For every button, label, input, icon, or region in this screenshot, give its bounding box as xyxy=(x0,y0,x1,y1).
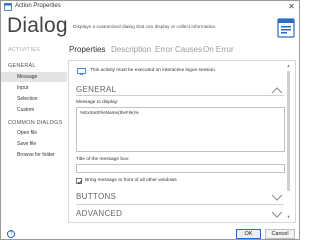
message-textarea[interactable]: %ExtractFileName(theFile)% xyxy=(76,107,285,152)
bring-to-front-checkbox[interactable] xyxy=(76,178,83,185)
scroll-thumb[interactable] xyxy=(287,71,290,191)
sidebar-item-input[interactable]: Input xyxy=(1,83,67,93)
panel-scrollbar[interactable]: ▲ ▼ xyxy=(286,63,291,220)
ok-button[interactable]: OK xyxy=(236,229,261,239)
scroll-up-icon[interactable]: ▲ xyxy=(286,63,291,68)
title-label: Title of the message box: xyxy=(76,157,130,162)
sidebar-heading-common-dialogs: COMMON DIALOGS xyxy=(8,120,63,126)
chevron-down-icon[interactable] xyxy=(271,211,283,219)
sidebar-item-message[interactable]: Message xyxy=(1,72,67,82)
sidebar-item-open-file[interactable]: Open file xyxy=(1,128,67,138)
sidebar: ACTIVITIES GENERAL Message Input Selecti… xyxy=(1,41,67,231)
sidebar-heading-activities: ACTIVITIES xyxy=(8,47,40,53)
sidebar-item-browse-folder[interactable]: Browse for folder xyxy=(1,150,67,160)
chevron-up-icon[interactable] xyxy=(271,86,283,94)
title-bar: Action Properties ✕ xyxy=(1,1,299,13)
sidebar-item-custom[interactable]: Custom xyxy=(1,105,67,115)
message-label: Message to display: xyxy=(76,100,119,105)
section-advanced-title[interactable]: ADVANCED xyxy=(76,209,122,218)
section-divider xyxy=(76,95,284,96)
tab-error-causes[interactable]: Error Causes xyxy=(155,45,202,54)
bring-to-front-label: Bring message to front of all other wind… xyxy=(85,178,177,183)
monitor-icon xyxy=(77,68,86,75)
section-buttons-title[interactable]: BUTTONS xyxy=(76,192,116,201)
cancel-button[interactable]: Cancel xyxy=(265,229,295,239)
section-divider xyxy=(76,204,284,205)
section-general-title: GENERAL xyxy=(76,85,117,94)
scroll-down-icon[interactable]: ▼ xyxy=(286,214,291,219)
tab-properties[interactable]: Properties xyxy=(69,45,105,54)
sidebar-heading-general: GENERAL xyxy=(8,63,36,69)
app-icon xyxy=(4,3,12,11)
tab-on-error[interactable]: On Error xyxy=(203,45,234,54)
help-icon[interactable]: ? xyxy=(7,230,15,238)
window-title: Action Properties xyxy=(15,3,61,9)
tab-description[interactable]: Description xyxy=(111,45,151,54)
sidebar-item-save-file[interactable]: Save file xyxy=(1,139,67,149)
action-properties-window: Action Properties ✕ Dialog Displays a cu… xyxy=(0,0,300,240)
properties-panel: This activity must be executed on intera… xyxy=(68,60,296,223)
dialog-title: Dialog xyxy=(7,14,68,37)
sidebar-item-selection[interactable]: Selection xyxy=(1,94,67,104)
dialog-description: Displays a customized dialog that can di… xyxy=(73,25,217,30)
checkmark-icon xyxy=(77,179,83,185)
title-input[interactable] xyxy=(76,164,285,173)
close-button[interactable]: ✕ xyxy=(288,1,295,12)
dialog-window-icon xyxy=(277,18,295,38)
chevron-down-icon[interactable] xyxy=(271,194,283,202)
interactive-session-notice: This activity must be executed on intera… xyxy=(90,68,217,73)
